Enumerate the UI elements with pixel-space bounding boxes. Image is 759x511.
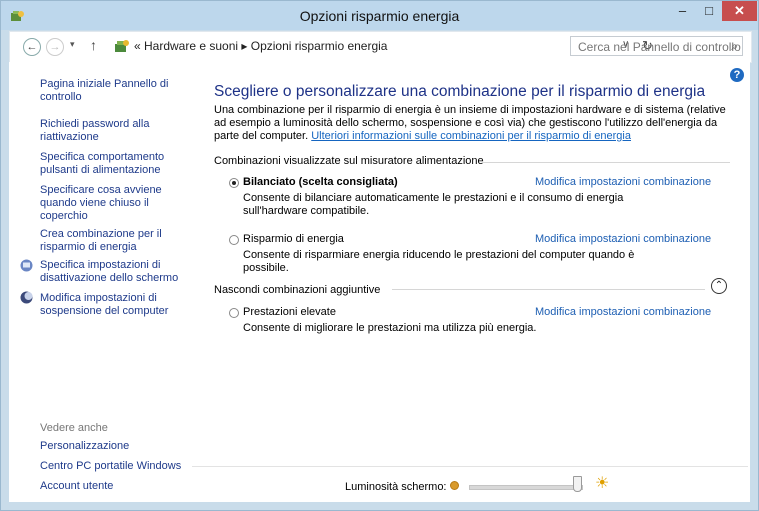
plan-description-balanced: Consente di bilanciare automaticamente l… bbox=[243, 192, 624, 217]
sidebar-link-sleep-settings[interactable]: Modifica impostazioni di sospensione del… bbox=[40, 292, 180, 318]
plan-radio-balanced[interactable] bbox=[229, 178, 239, 188]
section-divider bbox=[392, 289, 705, 290]
see-also-personalization[interactable]: Personalizzazione bbox=[40, 440, 129, 453]
page-title: Scegliere o personalizzare una combinazi… bbox=[214, 83, 706, 100]
maximize-button[interactable]: □ bbox=[696, 1, 722, 21]
close-button[interactable]: ✕ bbox=[722, 1, 757, 21]
address-bar[interactable]: « Hardware e suoni ▸ Opzioni risparmio e… bbox=[108, 36, 653, 56]
sidebar-link-create-plan[interactable]: Crea combinazione per il risparmio di en… bbox=[40, 228, 170, 254]
recent-locations-dropdown-icon[interactable]: ▾ bbox=[70, 39, 75, 50]
search-placeholder: Cerca nel Pannello di controllo bbox=[578, 40, 741, 54]
control-panel-icon bbox=[115, 40, 129, 52]
sidebar: Pagina iniziale Pannello di controllo Ri… bbox=[9, 62, 192, 502]
plan-description-power-saver: Consente di risparmiare energia riducend… bbox=[243, 249, 635, 274]
see-also-user-accounts[interactable]: Account utente bbox=[40, 480, 113, 493]
breadcrumb[interactable]: « Hardware e suoni ▸ Opzioni risparmio e… bbox=[134, 39, 387, 53]
see-also-mobility-center[interactable]: Centro PC portatile Windows bbox=[40, 460, 181, 473]
collapse-chevron-button[interactable]: ⌃ bbox=[711, 278, 727, 294]
display-off-icon bbox=[20, 259, 33, 272]
up-arrow-icon[interactable]: ↑ bbox=[90, 37, 97, 53]
learn-more-link[interactable]: Ulteriori informazioni sulle combinazion… bbox=[311, 130, 631, 142]
sleep-moon-icon bbox=[20, 291, 33, 304]
section-visible-plans: Combinazioni visualizzate sul misuratore… bbox=[214, 155, 484, 167]
section-divider bbox=[482, 162, 730, 163]
plan-radio-high-performance[interactable] bbox=[229, 308, 239, 318]
bottom-divider bbox=[192, 466, 748, 467]
forward-button[interactable]: → bbox=[46, 38, 64, 56]
sidebar-link-lid-close[interactable]: Specificare cosa avviene quando viene ch… bbox=[40, 184, 165, 223]
sidebar-link-display-off[interactable]: Specifica impostazioni di disattivazione… bbox=[40, 259, 180, 285]
section-hidden-plans: Nascondi combinazioni aggiuntive bbox=[214, 284, 381, 296]
brightness-slider-thumb[interactable] bbox=[572, 476, 582, 492]
search-icon[interactable]: ⌕ bbox=[731, 39, 738, 54]
content-area: Pagina iniziale Pannello di controllo Ri… bbox=[9, 62, 750, 502]
main-panel: ? Scegliere o personalizzare una combina… bbox=[192, 62, 750, 502]
bright-sun-icon: ☀ bbox=[595, 475, 610, 492]
navigation-bar: ← → ▾ ↑ « Hardware e suoni ▸ Opzioni ris… bbox=[9, 31, 752, 63]
brightness-slider-track[interactable] bbox=[469, 485, 583, 490]
plan-description-high-performance: Consente di migliorare le prestazioni ma… bbox=[243, 322, 537, 334]
title-bar[interactable]: Opzioni risparmio energia – □ ✕ bbox=[1, 1, 758, 30]
brightness-label: Luminosità schermo: bbox=[345, 481, 447, 493]
back-button[interactable]: ← bbox=[23, 38, 41, 56]
dim-brightness-icon bbox=[450, 481, 459, 490]
change-plan-link-high-performance[interactable]: Modifica impostazioni combinazione bbox=[535, 306, 711, 318]
search-box[interactable]: Cerca nel Pannello di controllo ⌕ bbox=[570, 36, 743, 56]
window-title: Opzioni risparmio energia bbox=[299, 8, 460, 24]
sidebar-link-require-password[interactable]: Richiedi password alla riattivazione bbox=[40, 118, 160, 144]
minimize-button[interactable]: – bbox=[669, 1, 696, 21]
intro-paragraph: Una combinazione per il risparmio di ene… bbox=[214, 104, 734, 143]
plan-name-balanced[interactable]: Bilanciato (scelta consigliata) bbox=[243, 176, 398, 188]
help-icon[interactable]: ? bbox=[730, 68, 744, 82]
sidebar-link-power-buttons[interactable]: Specifica comportamento pulsanti di alim… bbox=[40, 151, 175, 177]
plan-radio-power-saver[interactable] bbox=[229, 235, 239, 245]
sidebar-link-control-panel-home[interactable]: Pagina iniziale Pannello di controllo bbox=[40, 78, 175, 104]
see-also-heading: Vedere anche bbox=[40, 422, 108, 434]
plan-name-power-saver[interactable]: Risparmio di energia bbox=[243, 233, 344, 245]
plan-name-high-performance[interactable]: Prestazioni elevate bbox=[243, 306, 336, 318]
control-panel-window: Opzioni risparmio energia – □ ✕ ← → ▾ ↑ … bbox=[0, 0, 759, 511]
change-plan-link-balanced[interactable]: Modifica impostazioni combinazione bbox=[535, 176, 711, 188]
change-plan-link-power-saver[interactable]: Modifica impostazioni combinazione bbox=[535, 233, 711, 245]
